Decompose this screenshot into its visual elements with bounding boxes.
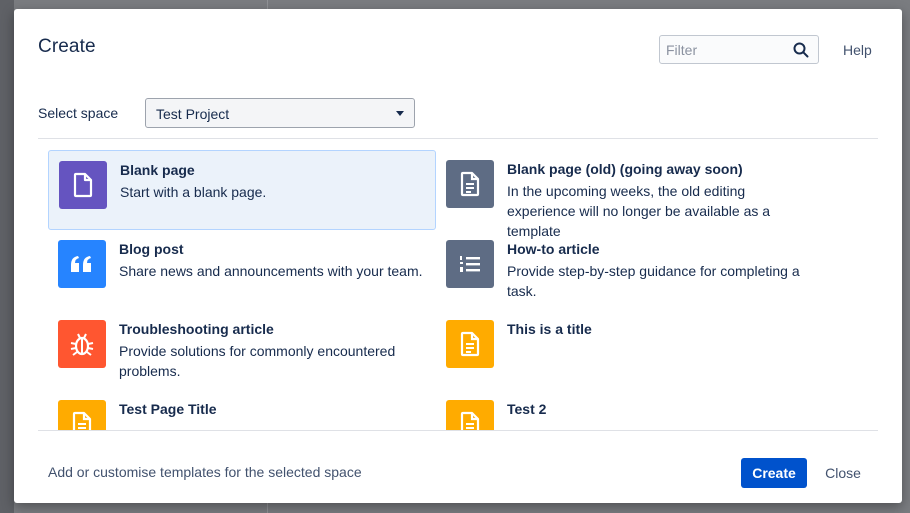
chevron-down-icon [396, 111, 404, 116]
filter-box[interactable] [659, 35, 819, 64]
document-icon [72, 411, 92, 430]
template-troubleshooting-article[interactable]: Troubleshooting article Provide solution… [48, 310, 436, 390]
template-icon-tile [58, 320, 106, 368]
template-name: Troubleshooting article [119, 321, 274, 337]
template-icon-tile [446, 240, 494, 288]
select-space-label: Select space [38, 105, 119, 121]
quote-icon [71, 256, 91, 272]
template-this-is-a-title[interactable]: This is a title [436, 310, 824, 390]
divider-top [38, 138, 878, 139]
document-icon [460, 411, 480, 430]
template-icon-tile [446, 320, 494, 368]
template-icon-tile [58, 400, 106, 430]
space-select-value: Test Project [156, 106, 230, 122]
document-icon [460, 331, 480, 357]
create-button[interactable]: Create [741, 458, 807, 488]
create-dialog: Create Help Select space Test Project Bl… [14, 9, 902, 503]
template-test-2[interactable]: Test 2 [436, 390, 824, 430]
template-name: Test 2 [507, 401, 547, 417]
template-grid: Blank page Start with a blank page. Blan… [38, 140, 878, 430]
backdrop-sidebar [0, 0, 14, 513]
numbered-list-icon [460, 256, 480, 272]
filter-input[interactable] [666, 39, 784, 60]
divider-bottom [38, 430, 878, 431]
template-description: Start with a blank page. [120, 184, 267, 200]
template-name: Blank page (old) (going away soon) [507, 161, 743, 177]
template-name: This is a title [507, 321, 592, 337]
close-button[interactable]: Close [817, 458, 869, 488]
template-icon-tile [446, 400, 494, 430]
template-blog-post[interactable]: Blog post Share news and announcements w… [48, 230, 436, 310]
template-description: Share news and announcements with your t… [119, 263, 423, 279]
template-test-page-title[interactable]: Test Page Title [48, 390, 436, 430]
template-icon-tile [446, 160, 494, 208]
search-icon[interactable] [793, 42, 809, 58]
template-icon-tile [59, 161, 107, 209]
template-how-to-article[interactable]: How-to article Provide step-by-step guid… [436, 230, 824, 310]
blank-page-icon [73, 172, 93, 198]
template-blank-page[interactable]: Blank page Start with a blank page. [48, 150, 436, 230]
template-description: Provide solutions for commonly encounter… [119, 343, 396, 379]
template-blank-page-old[interactable]: Blank page (old) (going away soon) In th… [436, 150, 824, 239]
dialog-title: Create [38, 36, 96, 57]
template-name: Blog post [119, 241, 184, 257]
document-icon [460, 171, 480, 197]
template-description: Provide step-by-step guidance for comple… [507, 263, 800, 299]
template-icon-tile [58, 240, 106, 288]
customise-templates-link[interactable]: Add or customise templates for the selec… [48, 464, 362, 480]
bug-icon [70, 333, 94, 356]
template-name: Blank page [120, 162, 195, 178]
template-name: Test Page Title [119, 401, 217, 417]
help-link[interactable]: Help [843, 42, 872, 58]
space-select[interactable]: Test Project [145, 98, 415, 128]
template-name: How-to article [507, 241, 600, 257]
